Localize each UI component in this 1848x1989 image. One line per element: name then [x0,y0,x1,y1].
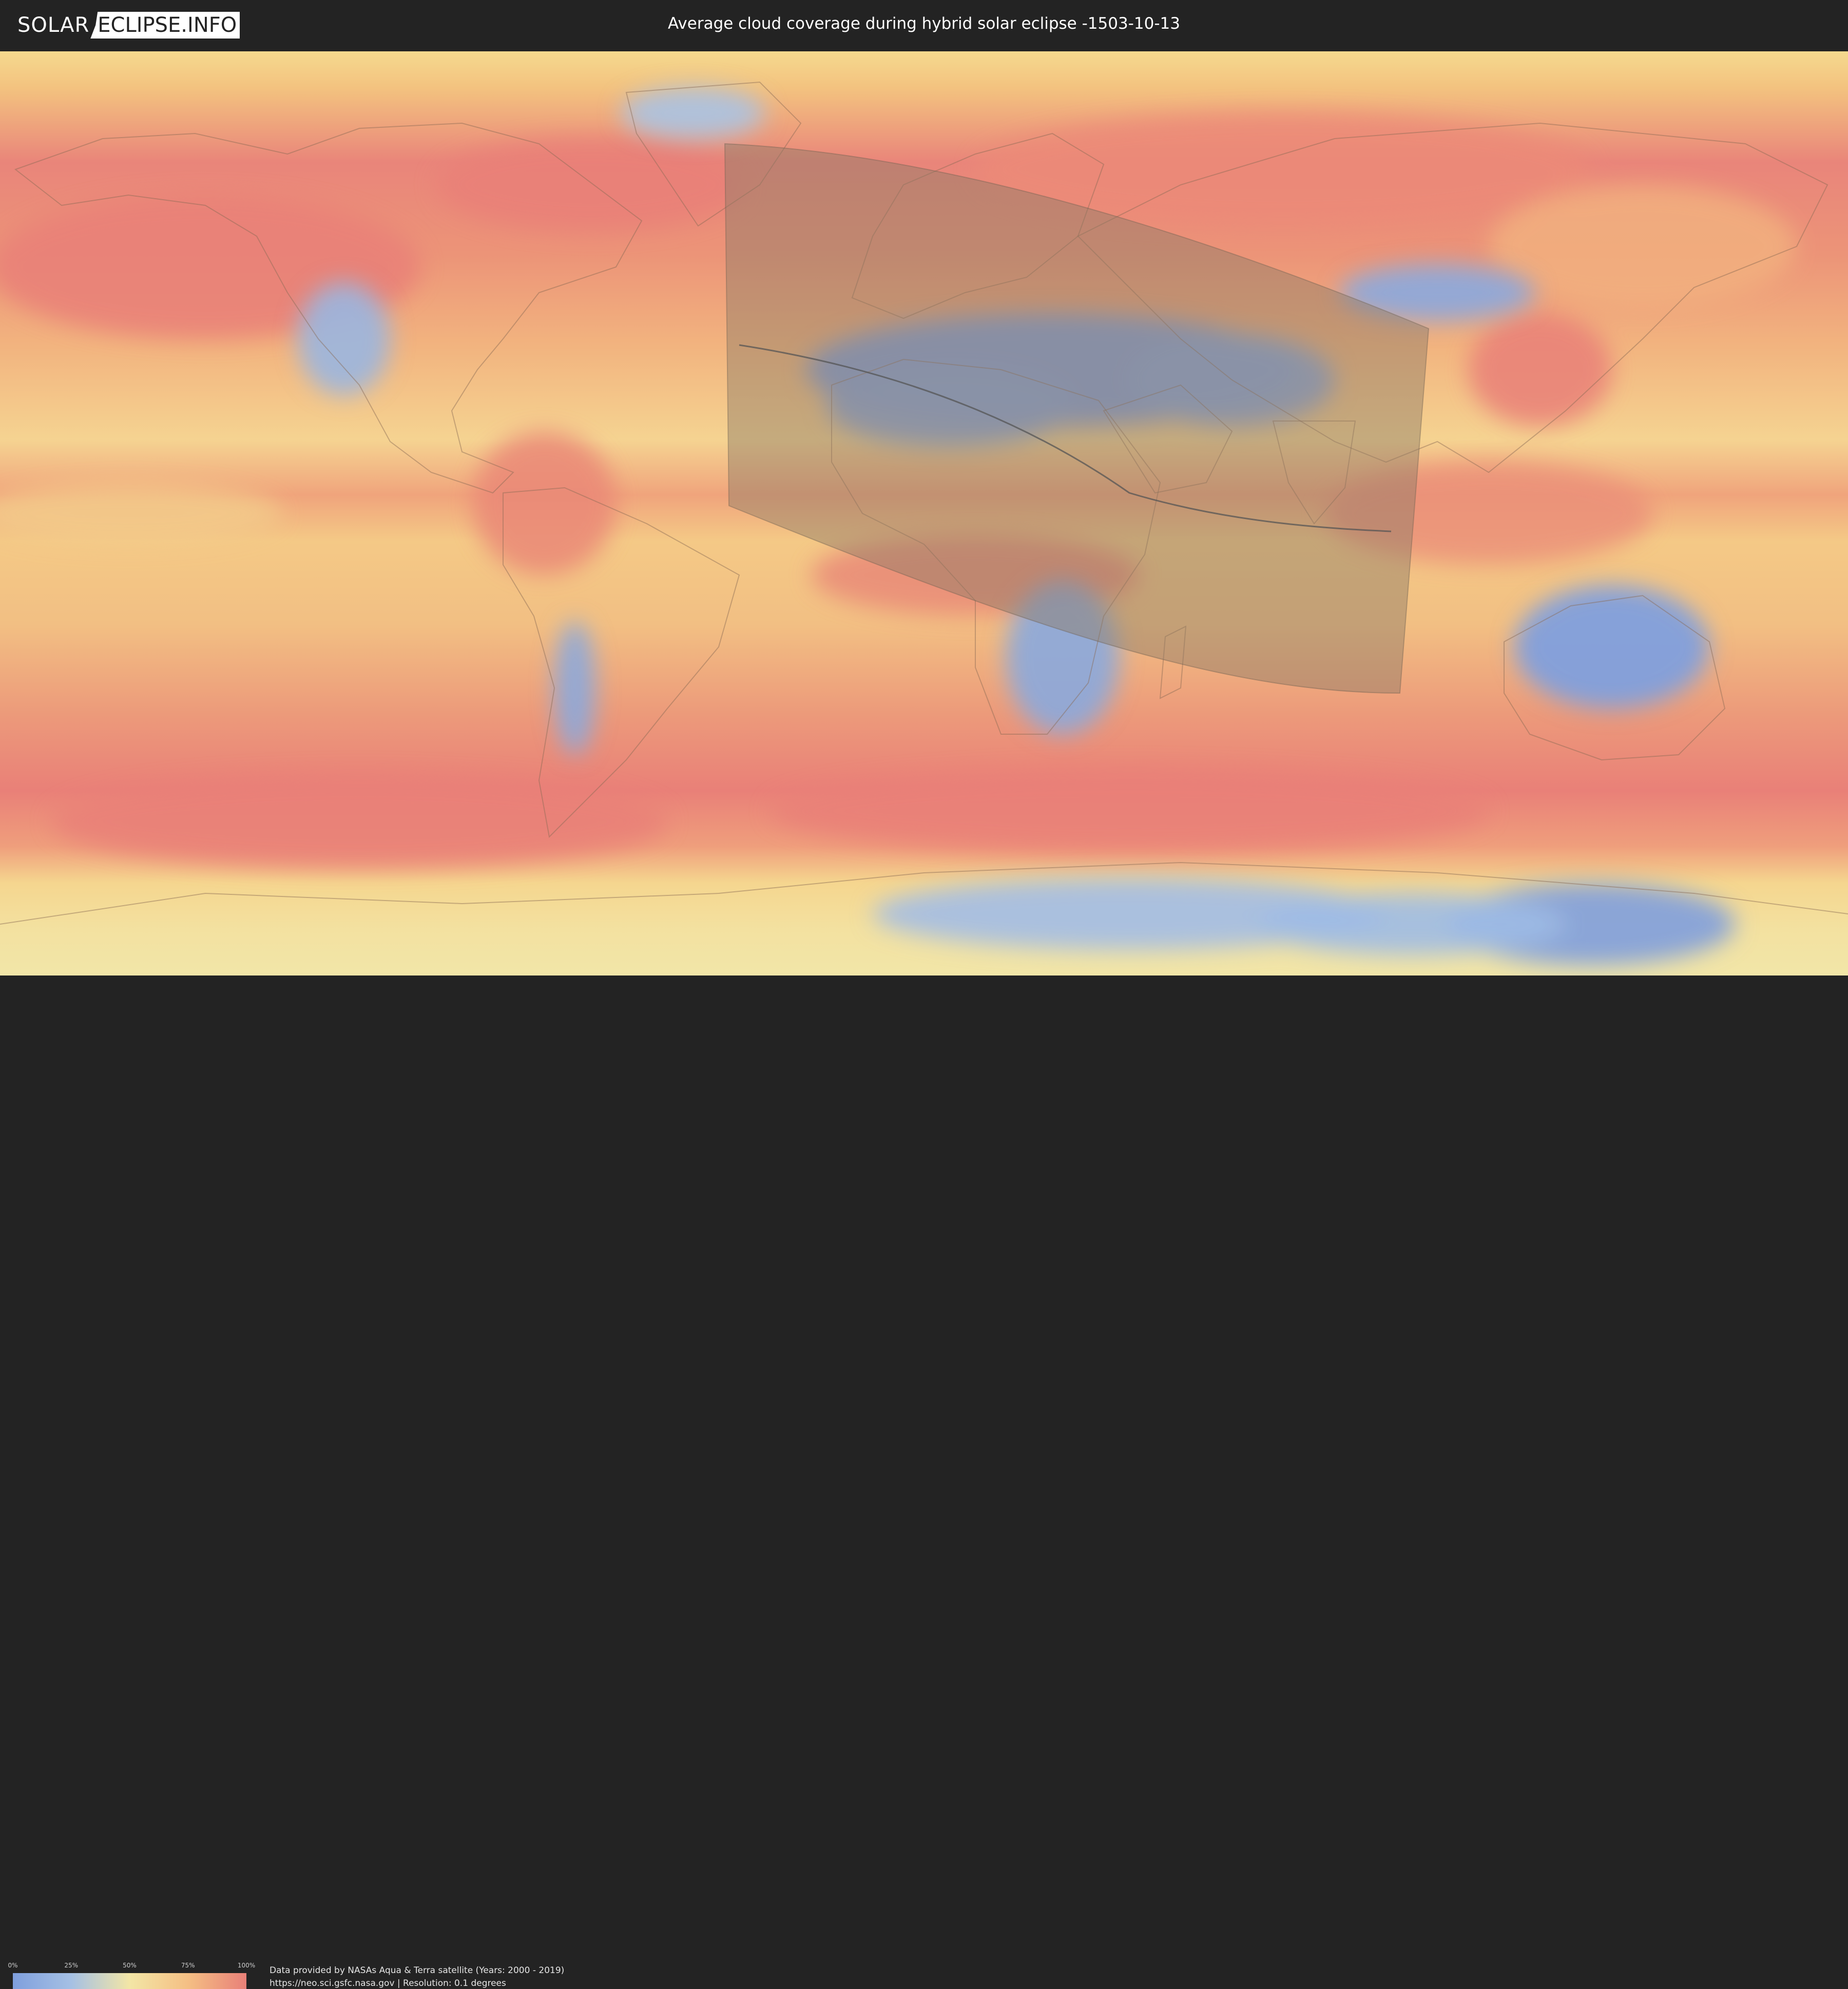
cloud-coverage-legend-bar [13,1973,246,1989]
footer-bar: 0% 25% 50% 75% 100% Data provided by NAS… [0,976,1848,1989]
data-source-credit: Data provided by NASAs Aqua & Terra sate… [270,1965,565,1976]
data-source-url: https://neo.sci.gsfc.nasa.gov | Resoluti… [270,1978,506,1988]
legend-tick-labels: 0% 25% 50% 75% 100% [8,1962,255,1970]
header-bar: SOLAR ECLIPSE.INFO Average cloud coverag… [0,0,1848,51]
legend-tick-50: 50% [123,1962,137,1969]
cloud-coverage-map[interactable] [0,51,1848,976]
legend-tick-25: 25% [64,1962,79,1969]
page-title: Average cloud coverage during hybrid sol… [668,14,1180,33]
legend-tick-75: 75% [181,1962,195,1969]
legend-tick-100: 100% [237,1962,256,1969]
legend-tick-0: 0% [8,1962,18,1969]
